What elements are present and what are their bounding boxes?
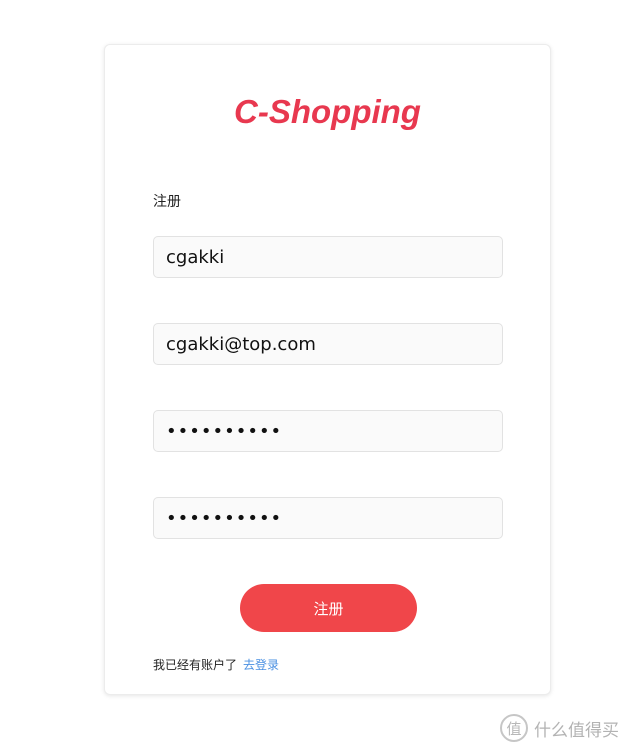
password-input[interactable] <box>153 410 503 452</box>
watermark-text: 什么值得买 <box>534 720 619 741</box>
go-login-link[interactable]: 去登录 <box>243 658 279 672</box>
register-card: C-Shopping 注册 注册 我已经有账户了去登录 <box>104 44 551 695</box>
zhi-logo-icon: 值 <box>500 714 528 742</box>
page: C-Shopping 注册 注册 我已经有账户了去登录 值 什么值得买 <box>0 0 629 750</box>
confirm-password-input[interactable] <box>153 497 503 539</box>
register-button[interactable]: 注册 <box>240 584 417 632</box>
app-logo[interactable]: C-Shopping <box>105 93 550 131</box>
username-input[interactable] <box>153 236 503 278</box>
email-input[interactable] <box>153 323 503 365</box>
has-account-text: 我已经有账户了 <box>153 658 238 672</box>
site-watermark: 值 什么值得买 <box>500 714 619 742</box>
form-title: 注册 <box>153 194 181 210</box>
login-prompt: 我已经有账户了 去登录 <box>153 656 279 673</box>
